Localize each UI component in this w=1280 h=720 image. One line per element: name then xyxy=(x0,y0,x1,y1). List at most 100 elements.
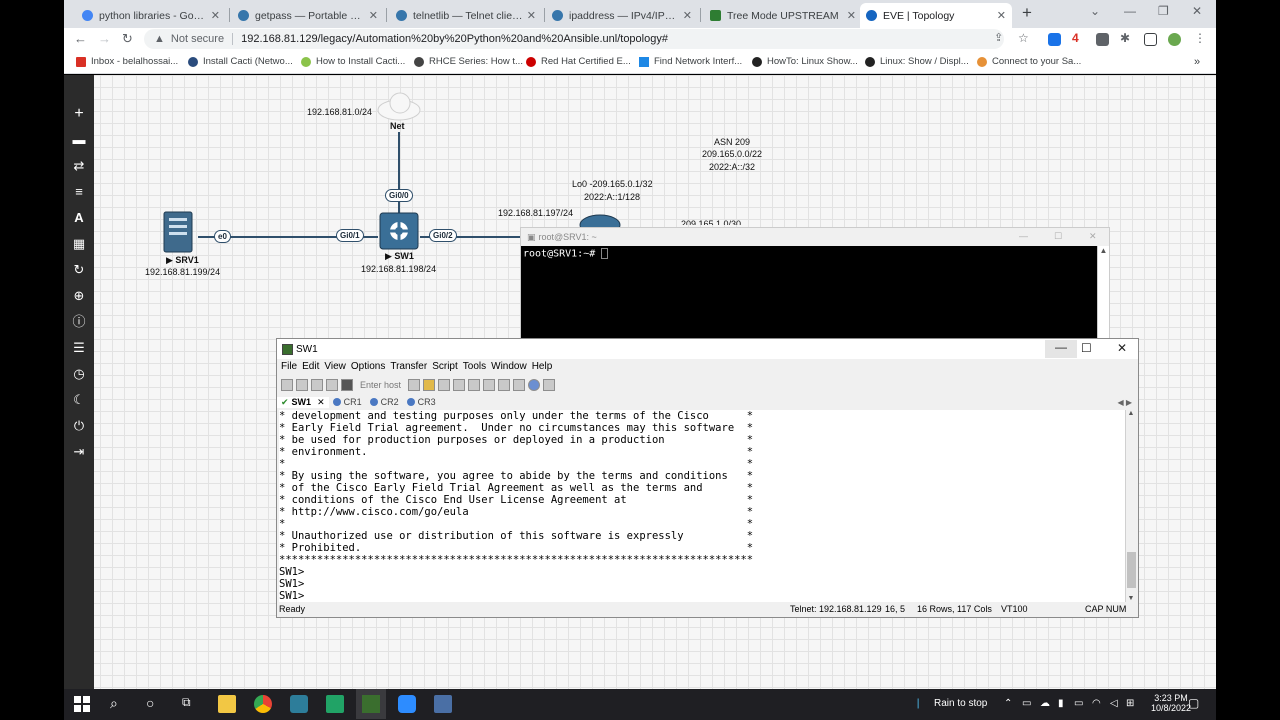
switch-icon[interactable] xyxy=(378,211,420,251)
side-panel-icon[interactable] xyxy=(1144,33,1157,46)
terminal-output[interactable]: * development and testing purposes only … xyxy=(279,410,1125,602)
language-icon[interactable]: ⊞ xyxy=(1126,698,1134,709)
tray-device-icon[interactable]: ▭ xyxy=(1022,698,1031,709)
profile-avatar[interactable] xyxy=(1168,33,1181,46)
paste-icon[interactable] xyxy=(423,379,436,391)
weather-label[interactable]: Rain to stop xyxy=(934,698,987,709)
logout-icon[interactable]: ⇥ xyxy=(64,444,94,460)
global-options-icon[interactable] xyxy=(483,379,496,391)
menu-help[interactable]: Help xyxy=(532,361,553,372)
connect-icon[interactable] xyxy=(281,379,293,391)
maximize-icon[interactable]: ☐ xyxy=(1054,231,1062,242)
minimize-icon[interactable]: — xyxy=(1019,231,1028,241)
file-explorer-icon[interactable] xyxy=(218,695,236,713)
zoom-icon[interactable]: ⊕ xyxy=(64,288,94,304)
close-tab-icon[interactable]: ✕ xyxy=(211,9,220,22)
session-tab-cr2[interactable]: CR2 xyxy=(366,397,403,407)
quick-connect-icon[interactable] xyxy=(296,379,308,391)
bookmark-item[interactable]: Red Hat Certified E... xyxy=(526,56,631,67)
menu-options[interactable]: Options xyxy=(351,361,385,372)
networks-icon[interactable]: ⇄ xyxy=(64,158,94,174)
securecrt-title-bar[interactable]: SW1 xyxy=(277,339,1138,359)
tab-scroll-arrows-icon[interactable]: ◀ ▶ xyxy=(1117,398,1132,407)
copy-icon[interactable] xyxy=(408,379,421,391)
scroll-thumb[interactable] xyxy=(1127,552,1136,588)
minimize-icon[interactable]: — xyxy=(1045,340,1077,358)
share-icon[interactable]: ⇪ xyxy=(994,31,1003,44)
port-gi0-1[interactable]: Gi0/1 xyxy=(336,229,364,242)
bookmark-item[interactable]: Find Network Interf... xyxy=(639,56,742,67)
network-app-icon[interactable] xyxy=(434,695,452,713)
securecrt-window[interactable]: SW1 — ☐ ✕ File Edit View Options Transfe… xyxy=(276,338,1139,618)
volume-icon[interactable]: ◁ xyxy=(1110,698,1118,709)
back-icon[interactable]: ← xyxy=(74,31,87,46)
tray-chevron-icon[interactable]: ⌃ xyxy=(1004,698,1012,709)
link-net-sw1[interactable] xyxy=(398,132,400,215)
session-tab-cr3[interactable]: CR3 xyxy=(403,397,440,407)
browser-tab[interactable]: telnetlib — Telnet client — ✕ xyxy=(390,3,542,28)
find-icon[interactable] xyxy=(438,379,451,391)
refresh-icon[interactable]: ↻ xyxy=(64,262,94,278)
disconnect-icon[interactable] xyxy=(341,379,353,391)
browser-tab[interactable]: Tree Mode UPSTREAM ✕ xyxy=(704,3,862,28)
menu-script[interactable]: Script xyxy=(432,361,458,372)
connect-tab-icon[interactable] xyxy=(311,379,323,391)
menu-view[interactable]: View xyxy=(324,361,346,372)
search-icon[interactable]: ⌕ xyxy=(110,695,128,713)
session-tab-cr1[interactable]: CR1 xyxy=(329,397,366,407)
browser-tab[interactable]: ipaddress — IPv4/IPv6 man ✕ xyxy=(546,3,698,28)
maximize-icon[interactable]: ☐ xyxy=(1081,341,1092,355)
status-icon[interactable]: ◷ xyxy=(64,366,94,382)
close-tab-icon[interactable]: ✕ xyxy=(527,9,536,22)
reload-icon[interactable]: ↻ xyxy=(122,31,133,47)
zoom-extension-icon[interactable] xyxy=(1048,33,1061,46)
close-tab-icon[interactable]: ✕ xyxy=(847,9,856,22)
print-icon[interactable] xyxy=(453,379,466,391)
server-icon[interactable] xyxy=(162,208,194,254)
xterm-scrollbar[interactable]: ▲ xyxy=(1097,246,1109,340)
close-tab-icon[interactable]: ✕ xyxy=(369,9,378,22)
bookmark-item[interactable]: Linux: Show / Displ... xyxy=(865,56,969,67)
forward-icon[interactable]: → xyxy=(98,31,111,46)
close-tab-icon[interactable]: ✕ xyxy=(997,9,1006,22)
add-object-icon[interactable]: + xyxy=(64,106,94,122)
help-icon[interactable] xyxy=(528,379,541,391)
xterm-output[interactable]: root@SRV1:~# xyxy=(523,248,609,260)
menu-edit[interactable]: Edit xyxy=(302,361,319,372)
microphone-icon[interactable]: ▮ xyxy=(1058,698,1064,709)
browser-tab-active[interactable]: EVE | Topology ✕ xyxy=(860,3,1012,28)
lab-details-icon[interactable]: ☰ xyxy=(64,340,94,356)
extension-icon[interactable] xyxy=(1096,33,1109,46)
close-tab-icon[interactable]: ✕ xyxy=(317,397,325,408)
menu-window[interactable]: Window xyxy=(491,361,527,372)
browser-tab[interactable]: python libraries - Google Se ✕ xyxy=(76,3,226,28)
new-tab-button[interactable]: + xyxy=(1022,3,1032,23)
bookmark-star-icon[interactable]: ☆ xyxy=(1018,31,1029,45)
zoom-icon[interactable] xyxy=(398,695,416,713)
securecrt-taskbar-icon[interactable] xyxy=(356,689,386,719)
weather-icon[interactable]: ❘ xyxy=(914,698,922,709)
startup-configs-icon[interactable]: ≡ xyxy=(64,184,94,200)
grid-icon[interactable]: ▦ xyxy=(64,236,94,252)
cloud-icon[interactable] xyxy=(376,90,422,122)
windows-start-icon[interactable] xyxy=(74,696,92,714)
menu-transfer[interactable]: Transfer xyxy=(390,361,427,372)
text-icon[interactable]: A xyxy=(64,210,94,226)
bookmark-item[interactable]: How to Install Cacti... xyxy=(301,56,405,67)
notifications-icon[interactable]: ▢ xyxy=(1188,696,1199,710)
maximize-icon[interactable]: ❐ xyxy=(1158,4,1169,18)
port-e0[interactable]: e0 xyxy=(214,230,231,243)
puzzle-icon[interactable]: ✱ xyxy=(1120,31,1130,45)
session-options-icon[interactable] xyxy=(468,379,481,391)
screen-icon[interactable] xyxy=(543,379,556,391)
browser-tab[interactable]: getpass — Portable passwo ✕ xyxy=(232,3,384,28)
scroll-down-icon[interactable]: ▼ xyxy=(1126,595,1136,602)
dark-mode-icon[interactable]: ☾ xyxy=(64,392,94,408)
keymap-icon[interactable] xyxy=(513,379,526,391)
xterm-title-bar[interactable]: ▣ root@SRV1: ~ — ☐ ✕ xyxy=(521,228,1109,246)
more-bookmarks-icon[interactable]: » xyxy=(1194,56,1200,68)
power-icon[interactable]: ⏻ xyxy=(64,418,94,434)
extension-badge-icon[interactable]: 4 xyxy=(1072,31,1079,45)
bookmark-item[interactable]: Connect to your Sa... xyxy=(977,56,1081,67)
address-bar[interactable]: ▲ Not secure 192.168.81.129/legacy/Autom… xyxy=(144,29,1004,49)
